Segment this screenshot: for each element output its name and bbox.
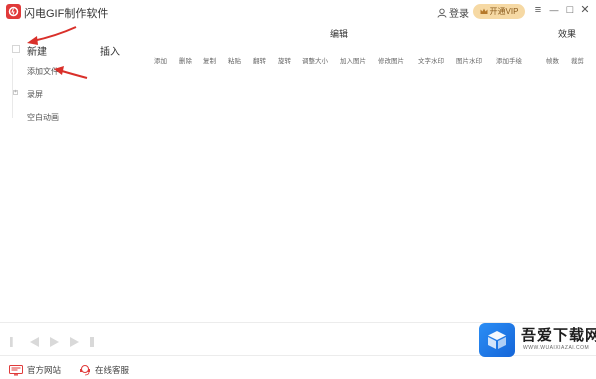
- menu-button[interactable]: ≡: [531, 3, 545, 17]
- column-frame-rate[interactable]: 帧数: [546, 55, 559, 65]
- tab-new[interactable]: 新建: [27, 43, 47, 58]
- watermark-logo-icon: [479, 323, 515, 357]
- last-frame-icon[interactable]: [90, 337, 94, 347]
- app-logo-icon: [6, 4, 21, 19]
- column-rotate[interactable]: 旋转: [278, 55, 291, 65]
- column-crop[interactable]: 裁剪: [571, 55, 584, 65]
- first-frame-icon[interactable]: [10, 337, 13, 347]
- play-icon[interactable]: [50, 337, 59, 347]
- close-button[interactable]: ✕: [578, 3, 592, 17]
- column-add[interactable]: 添加: [154, 55, 167, 65]
- vip-label: 开通VIP: [489, 7, 519, 16]
- watermark-subtitle: WWW.WUAIXIAZAI.COM: [523, 345, 590, 351]
- official-website-link[interactable]: 官方网站: [9, 364, 61, 376]
- login-button[interactable]: 登录: [437, 5, 469, 20]
- user-icon: [437, 8, 447, 18]
- title-bar: 闪电GIF制作软件 登录 开通VIP ≡ — □ ✕: [0, 0, 596, 22]
- next-frame-icon[interactable]: [70, 337, 79, 347]
- column-flip[interactable]: 翻转: [253, 55, 266, 65]
- column-paste[interactable]: 粘贴: [228, 55, 241, 65]
- column-resize[interactable]: 调整大小: [302, 55, 328, 65]
- section-effect: 效果: [558, 29, 577, 39]
- sidebar-tree-line: [12, 58, 13, 118]
- tab-import[interactable]: 插入: [100, 43, 120, 58]
- monitor-icon: [9, 364, 23, 375]
- minimize-icon: —: [549, 4, 559, 15]
- menu-icon: ≡: [534, 3, 542, 16]
- crown-icon: [480, 8, 488, 14]
- online-service-link[interactable]: 在线客服: [79, 364, 129, 376]
- column-add-drawing[interactable]: 添加手绘: [496, 55, 522, 65]
- column-insert-image[interactable]: 加入图片: [340, 55, 366, 65]
- expand-toggle-icon[interactable]: +: [13, 90, 18, 95]
- headset-icon: [80, 365, 90, 376]
- website-label: 官方网站: [27, 365, 62, 375]
- watermark-title: 吾爱下载网: [521, 327, 596, 344]
- sidebar-item-blank-animation[interactable]: 空白动画: [27, 112, 59, 123]
- vip-button[interactable]: 开通VIP: [473, 4, 525, 19]
- section-edit: 编辑: [330, 29, 349, 39]
- previous-frame-icon[interactable]: [30, 337, 39, 347]
- minimize-button[interactable]: —: [547, 3, 561, 17]
- close-icon: ✕: [580, 3, 590, 16]
- column-image-watermark[interactable]: 图片水印: [456, 55, 482, 65]
- login-label: 登录: [449, 9, 469, 20]
- column-text-watermark[interactable]: 文字水印: [418, 55, 444, 65]
- sidebar-item-add-file[interactable]: 添加文件: [27, 66, 59, 77]
- service-label: 在线客服: [95, 365, 130, 375]
- column-copy[interactable]: 复制: [203, 55, 216, 65]
- column-modify-image[interactable]: 修改图片: [378, 55, 404, 65]
- maximize-button[interactable]: □: [563, 3, 577, 17]
- column-delete[interactable]: 删除: [179, 55, 192, 65]
- maximize-icon: □: [566, 3, 574, 16]
- sidebar-item-record-screen[interactable]: 录屏: [27, 89, 43, 100]
- app-title: 闪电GIF制作软件: [24, 8, 109, 20]
- new-tab-marker: [12, 45, 20, 53]
